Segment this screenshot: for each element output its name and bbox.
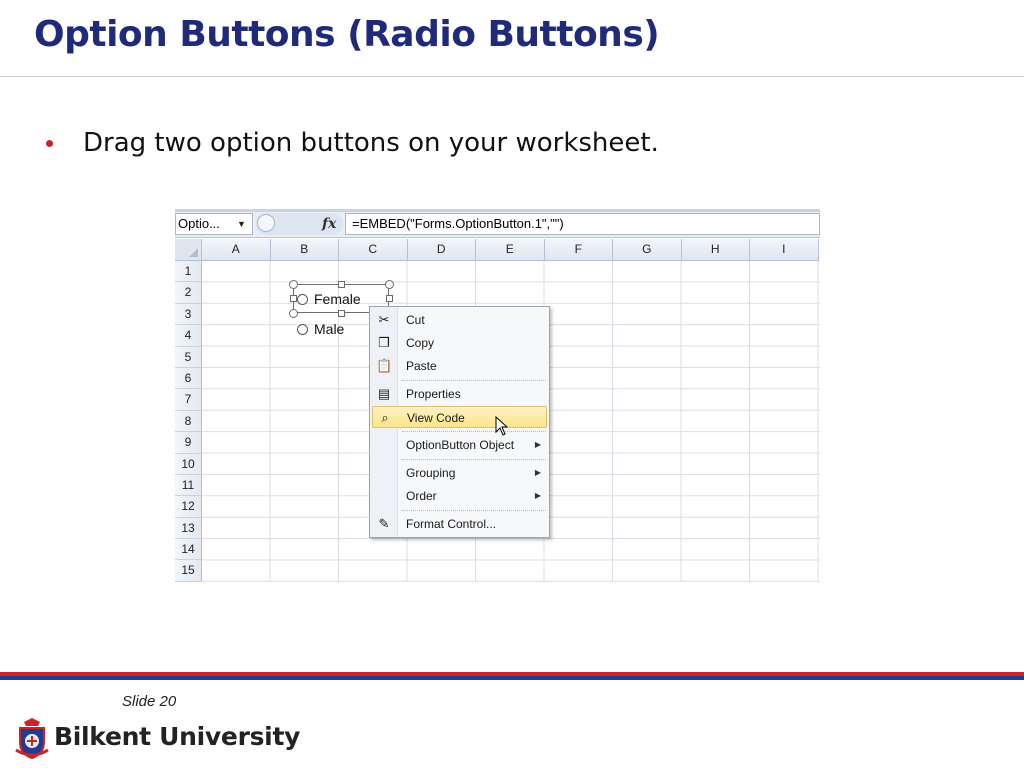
column-header[interactable]: E (476, 239, 545, 261)
row-header[interactable]: 12 (175, 496, 202, 518)
menu-separator (402, 380, 546, 381)
university-crest-icon (15, 718, 49, 760)
column-header[interactable]: H (681, 239, 750, 261)
insert-function-icon[interactable]: fx (322, 213, 336, 235)
resize-handle-top-left[interactable] (289, 280, 298, 289)
menu-item-label: View Code (407, 411, 465, 425)
row-headers: 1 2 3 4 5 6 7 8 9 10 11 12 13 14 15 (175, 261, 202, 582)
submenu-arrow-icon: ▶ (534, 491, 541, 500)
menu-item-paste[interactable]: 📋 Paste (372, 355, 547, 377)
scissors-icon: ✂ (378, 312, 390, 327)
menu-item-copy[interactable]: ❐ Copy (372, 332, 547, 354)
radio-circle-icon (297, 293, 308, 305)
format-control-icon: ✎ (378, 516, 390, 531)
column-headers: A B C D E F G H I (202, 239, 819, 261)
view-code-icon: ⌕ (381, 410, 389, 425)
bullet-text: Drag two option buttons on your workshee… (83, 128, 659, 158)
resize-handle-top[interactable] (338, 281, 345, 288)
option-button-male[interactable]: Male (297, 321, 344, 337)
select-all-button[interactable] (175, 239, 202, 261)
title-divider (0, 76, 1024, 77)
row-header[interactable]: 4 (175, 325, 202, 347)
slide-number: Slide 20 (122, 693, 177, 710)
row-header[interactable]: 2 (175, 282, 202, 304)
row-header[interactable]: 7 (175, 389, 202, 411)
column-header[interactable]: D (407, 239, 476, 261)
radio-circle-icon (297, 323, 308, 335)
submenu-arrow-icon: ▶ (534, 468, 541, 477)
menu-item-label: Paste (406, 359, 437, 373)
menu-item-properties[interactable]: ▤ Properties (372, 383, 547, 405)
name-box-dropdown-icon[interactable]: ▼ (237, 213, 246, 235)
slide-title: Option Buttons (Radio Buttons) (34, 14, 660, 55)
formula-input[interactable]: =EMBED("Forms.OptionButton.1","") (345, 213, 820, 235)
column-header[interactable]: C (339, 239, 408, 261)
resize-handle-top-right[interactable] (385, 280, 394, 289)
row-header[interactable]: 3 (175, 303, 202, 326)
menu-item-label: Format Control... (406, 517, 497, 531)
footer-blue-stripe (0, 676, 1024, 680)
excel-screenshot: Optio... ▼ fx =EMBED("Forms.OptionButton… (175, 209, 820, 582)
select-all-triangle-icon (189, 248, 198, 257)
menu-item-label: Order (406, 489, 437, 503)
submenu-arrow-icon: ▶ (534, 440, 541, 449)
menu-item-grouping[interactable]: Grouping ▶ (372, 462, 547, 484)
column-header[interactable]: B (270, 239, 339, 261)
row-header[interactable]: 1 (175, 261, 202, 283)
row-header[interactable]: 5 (175, 346, 202, 368)
properties-icon: ▤ (377, 386, 391, 401)
menu-item-format-control[interactable]: ✎ Format Control... (372, 513, 547, 535)
column-header[interactable]: A (202, 239, 271, 261)
row-header[interactable]: 9 (175, 432, 202, 454)
menu-item-view-code[interactable]: ⌕ View Code (372, 406, 547, 428)
row-header[interactable]: 14 (175, 539, 202, 561)
option-label: Male (314, 321, 345, 337)
row-header[interactable]: 6 (175, 367, 202, 390)
menu-item-label: Copy (406, 336, 435, 350)
university-name: Bilkent University (54, 722, 301, 751)
context-menu: ✂ Cut ❐ Copy 📋 Paste ▤ Properties ⌕ View… (369, 306, 550, 538)
menu-item-label: Properties (406, 387, 461, 401)
ribbon-edge (175, 209, 820, 212)
formula-bar-expand-icon[interactable] (257, 214, 275, 232)
bullet-item: Drag two option buttons on your workshee… (46, 128, 659, 158)
resize-handle-bottom[interactable] (338, 310, 345, 317)
menu-item-label: Grouping (406, 466, 456, 480)
menu-item-optionbutton-object[interactable]: OptionButton Object ▶ (372, 434, 547, 456)
row-header[interactable]: 10 (175, 453, 202, 475)
menu-item-label: Cut (406, 313, 425, 327)
row-header[interactable]: 15 (175, 560, 202, 582)
mouse-pointer-icon (495, 416, 509, 436)
column-header[interactable]: I (750, 239, 819, 261)
copy-icon: ❐ (378, 335, 390, 350)
resize-handle-left[interactable] (290, 295, 297, 302)
option-label: Female (314, 291, 361, 307)
bullet-dot-icon (46, 139, 53, 147)
menu-item-order[interactable]: Order ▶ (372, 485, 547, 507)
menu-separator (402, 459, 546, 460)
resize-handle-bottom-left[interactable] (289, 309, 298, 318)
menu-item-cut[interactable]: ✂ Cut (372, 309, 547, 331)
menu-separator (402, 431, 546, 432)
resize-handle-right[interactable] (386, 295, 393, 302)
menu-separator (402, 510, 546, 511)
row-header[interactable]: 13 (175, 517, 202, 540)
row-header[interactable]: 8 (175, 410, 202, 433)
column-header[interactable]: G (613, 239, 682, 261)
menu-item-label: OptionButton Object (406, 438, 515, 452)
clipboard-icon: 📋 (376, 358, 393, 373)
option-button-female[interactable]: Female (297, 291, 361, 307)
formula-bar: Optio... ▼ fx =EMBED("Forms.OptionButton… (175, 209, 820, 238)
column-header[interactable]: F (544, 239, 613, 261)
row-header[interactable]: 11 (175, 474, 202, 497)
